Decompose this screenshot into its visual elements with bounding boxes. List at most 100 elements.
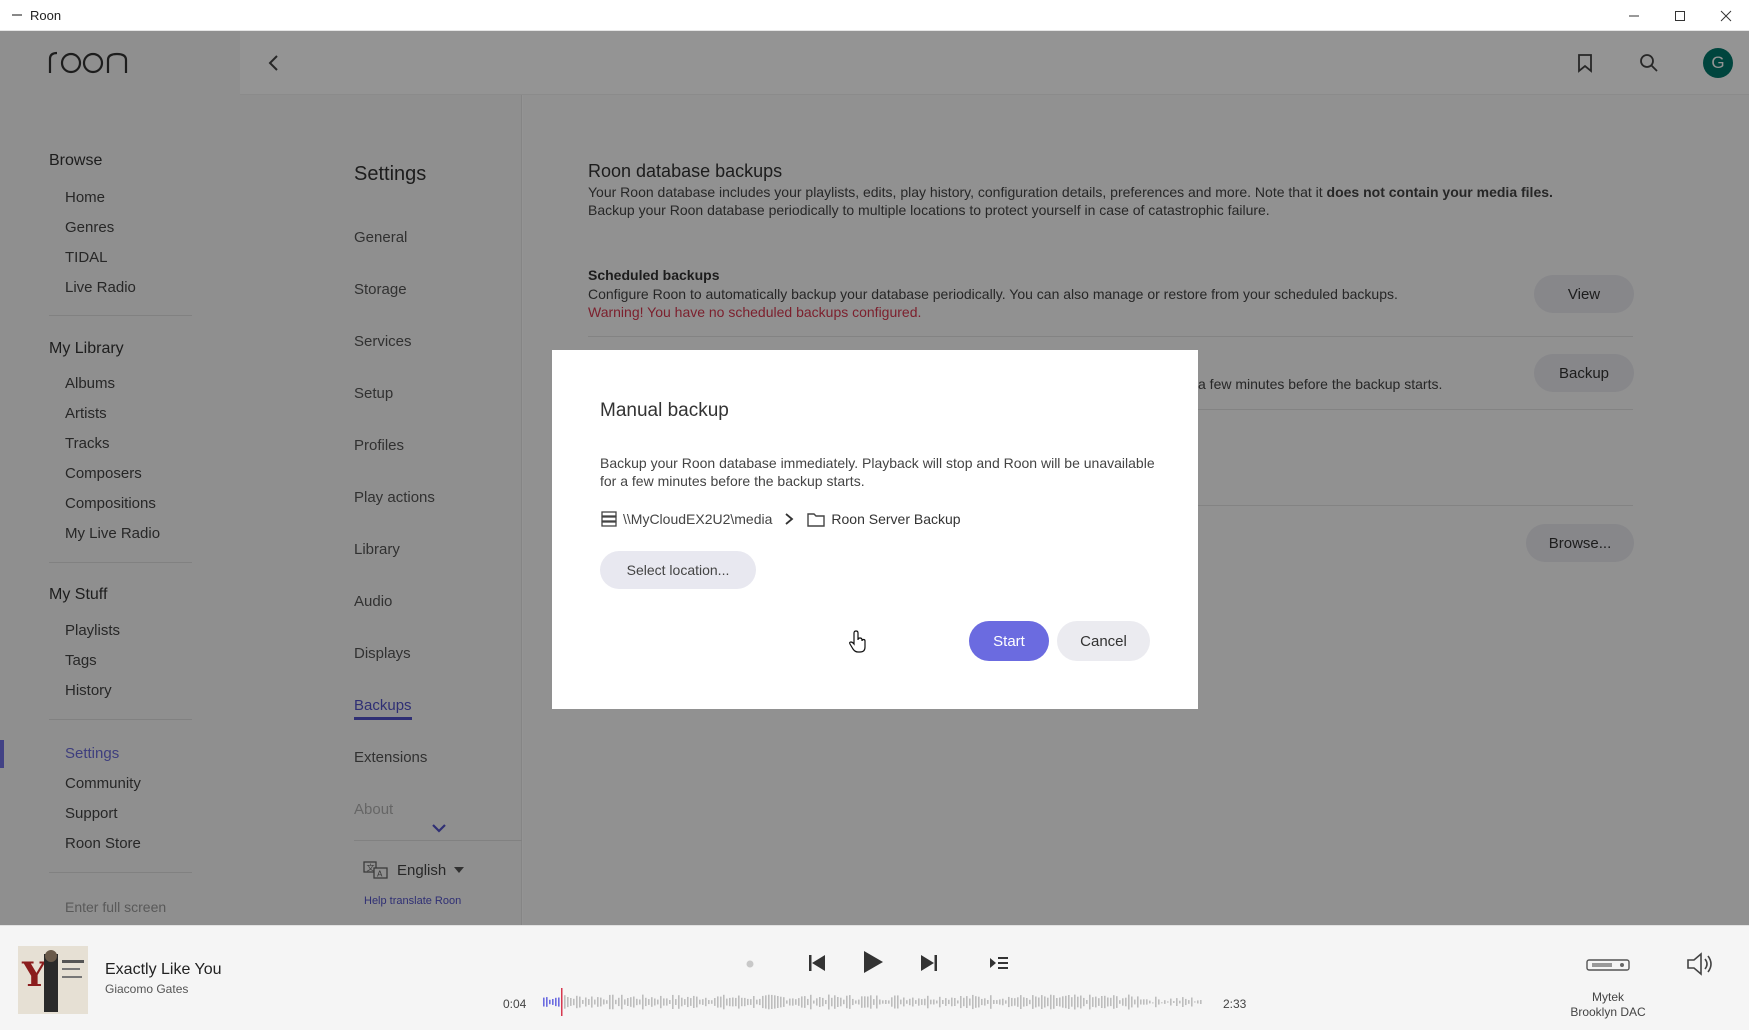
waveform-bar	[570, 998, 572, 1006]
waveform-bar	[1035, 996, 1037, 1008]
next-button[interactable]	[917, 951, 941, 975]
waveform-bar	[1098, 998, 1100, 1006]
device-brand: Mytek	[1591, 990, 1624, 1004]
network-drive-icon	[601, 511, 617, 527]
select-location-button[interactable]: Select location...	[600, 551, 756, 589]
playhead[interactable]	[561, 988, 563, 1016]
waveform-bar	[945, 998, 947, 1006]
waveform-bar	[660, 995, 662, 1009]
path-root-segment[interactable]: \\MyCloudEX2U2\media	[600, 510, 772, 528]
waveform-bar	[1197, 1000, 1199, 1004]
waveform-bar	[636, 998, 638, 1006]
waveform-bar	[948, 999, 950, 1005]
hand-cursor	[848, 630, 868, 659]
waveform-bar	[966, 996, 968, 1008]
waveform-bar	[579, 996, 581, 1008]
manual-backup-dialog: Manual backup Backup your Roon database …	[552, 350, 1198, 709]
waveform-bar	[873, 999, 875, 1005]
volume-button[interactable]	[1685, 951, 1717, 977]
path-root-label: \\MyCloudEX2U2\media	[623, 511, 773, 527]
zone-device-label[interactable]: Mytek Brooklyn DAC	[1560, 990, 1656, 1020]
waveform-bar	[651, 997, 653, 1007]
path-folder-label: Roon Server Backup	[831, 511, 961, 527]
path-folder-segment[interactable]: Roon Server Backup	[806, 510, 961, 528]
waveform-bar	[990, 995, 992, 1009]
waveform-bar	[600, 997, 602, 1007]
waveform-bar	[618, 997, 620, 1007]
chevron-right-icon	[785, 513, 794, 525]
waveform-bar	[606, 1000, 608, 1004]
waveform-bar	[993, 1000, 995, 1004]
maximize-icon	[1675, 10, 1685, 21]
waveform-bar	[1059, 997, 1061, 1007]
waveform-bar	[597, 997, 599, 1007]
waveform-bar	[723, 994, 725, 1010]
waveform-bar	[849, 995, 851, 1009]
previous-button[interactable]	[805, 951, 829, 975]
waveform-bar	[813, 1000, 815, 1004]
waveform-bar	[1083, 997, 1085, 1007]
dialog-description: Backup your Roon database immediately. P…	[600, 455, 1155, 489]
waveform-bar	[594, 999, 596, 1005]
waveform-bar	[744, 997, 746, 1007]
waveform-bar	[753, 996, 755, 1008]
waveform-bar	[648, 999, 650, 1005]
waveform-bar	[699, 999, 701, 1005]
waveform-bar	[1032, 995, 1034, 1009]
minimize-button[interactable]	[1611, 0, 1657, 31]
waveform-bar	[954, 998, 956, 1006]
waveform-bar	[912, 997, 914, 1007]
waveform-bar	[861, 996, 863, 1008]
waveform-bar	[855, 1000, 857, 1004]
waveform-bar	[693, 995, 695, 1008]
waveform-bar	[747, 998, 749, 1006]
waveform-bar	[696, 996, 698, 1008]
track-title[interactable]: Exactly Like You	[105, 961, 222, 979]
waveform-bar	[1008, 996, 1010, 1008]
waveform-bar	[585, 997, 587, 1007]
waveform-bar	[549, 999, 551, 1005]
maximize-button[interactable]	[1657, 0, 1703, 31]
waveform-bar	[1113, 995, 1115, 1009]
waveform-bar	[801, 996, 803, 1008]
zone-device-button[interactable]	[1583, 956, 1633, 974]
waveform-bar	[612, 994, 614, 1010]
waveform-bar	[978, 996, 980, 1008]
waveform-bar	[657, 999, 659, 1005]
waveform-bar	[927, 995, 929, 1009]
seek-waveform[interactable]	[543, 988, 1203, 1016]
waveform-bar	[876, 995, 878, 1009]
waveform-bar	[792, 998, 794, 1006]
total-duration: 2:33	[1223, 997, 1247, 1011]
waveform-bar	[741, 997, 743, 1007]
waveform-bar	[900, 999, 902, 1005]
waveform-bar	[822, 997, 824, 1007]
track-artist[interactable]: Giacomo Gates	[105, 982, 188, 996]
dialog-title: Manual backup	[600, 400, 729, 421]
cancel-button[interactable]: Cancel	[1057, 621, 1150, 661]
waveform-bar	[951, 997, 953, 1007]
waveform-bar	[780, 996, 782, 1008]
queue-button[interactable]	[988, 953, 1010, 973]
waveform-bar	[567, 997, 569, 1008]
backup-path: \\MyCloudEX2U2\media Roon Server Backup	[600, 510, 961, 528]
radio-toggle[interactable]	[744, 958, 756, 970]
waveform-bar	[1158, 999, 1160, 1005]
start-button[interactable]: Start	[969, 621, 1049, 661]
waveform-bar	[897, 995, 899, 1009]
waveform-bar	[558, 997, 560, 1007]
waveform-bar	[1137, 996, 1139, 1008]
waveform-bar	[624, 999, 626, 1005]
waveform-bar	[1146, 999, 1148, 1005]
waveform-bar	[684, 999, 686, 1005]
waveform-bar	[717, 996, 719, 1008]
device-model: Brooklyn DAC	[1570, 1005, 1646, 1019]
album-art[interactable]: Y	[18, 946, 88, 1014]
elapsed-time: 0:04	[503, 997, 527, 1011]
waveform-bar	[909, 998, 911, 1006]
waveform-bar	[1104, 995, 1106, 1009]
album-cover-image: Y	[18, 946, 88, 1014]
waveform-bar	[621, 994, 623, 1010]
play-button[interactable]	[859, 948, 887, 976]
close-button[interactable]	[1703, 0, 1749, 31]
